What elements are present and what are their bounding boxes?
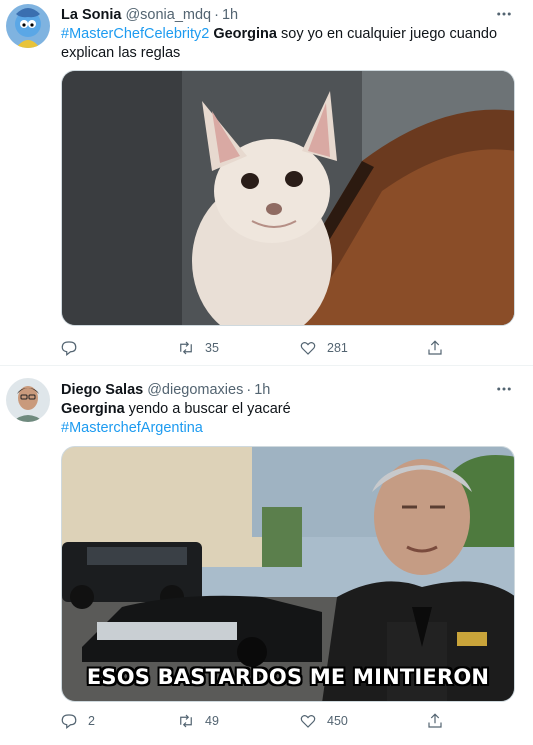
tweet-text: Georgina yendo a buscar el yacaré #Maste… <box>61 400 515 438</box>
tweet-image-meme[interactable]: ESOS BASTARDOS ME MINTIERON <box>61 446 515 702</box>
tweet[interactable]: Diego Salas @diegomaxies · 1h Georgina y… <box>0 367 533 745</box>
avatar[interactable] <box>6 378 50 422</box>
tweet-actions: 2 49 450 <box>52 709 452 733</box>
separator: · <box>214 7 219 23</box>
timestamp[interactable]: 1h <box>222 7 238 23</box>
like-button[interactable]: 281 <box>299 336 348 360</box>
retweet-icon <box>180 341 192 355</box>
tweet-actions: 35 281 <box>52 336 452 360</box>
handle[interactable]: @diegomaxies <box>147 382 243 398</box>
share-icon <box>428 340 442 355</box>
meme-caption: ESOS BASTARDOS ME MINTIERON <box>86 665 490 689</box>
tweet-image-chihuahua[interactable] <box>61 70 515 326</box>
bold-text: Georgina <box>213 26 277 42</box>
tweet-body: La Sonia @sonia_mdq · 1h #MasterChefCele… <box>61 5 515 63</box>
handle[interactable]: @sonia_mdq <box>125 7 211 23</box>
reply-button[interactable]: 2 <box>60 709 95 733</box>
like-icon <box>300 342 316 355</box>
tweet-body: Diego Salas @diegomaxies · 1h Georgina y… <box>61 380 515 438</box>
tweet-text-rest: yendo a buscar el yacaré <box>124 401 291 417</box>
like-count: 450 <box>327 714 348 728</box>
reply-button[interactable] <box>60 336 88 360</box>
tweet[interactable]: La Sonia @sonia_mdq · 1h #MasterChefCele… <box>0 0 533 366</box>
like-button[interactable]: 450 <box>299 709 348 733</box>
tweet-header: Diego Salas @diegomaxies · 1h <box>61 380 515 400</box>
display-name[interactable]: Diego Salas <box>61 382 143 398</box>
display-name[interactable]: La Sonia <box>61 7 121 23</box>
avatar[interactable] <box>6 4 50 48</box>
timestamp[interactable]: 1h <box>254 382 270 398</box>
retweet-count: 35 <box>205 341 219 355</box>
more-icon[interactable] <box>493 378 515 400</box>
like-count: 281 <box>327 341 348 355</box>
bold-text: Georgina <box>61 401 125 417</box>
retweet-icon <box>180 714 192 728</box>
separator: · <box>246 382 252 398</box>
reply-icon <box>61 341 77 356</box>
retweet-count: 49 <box>205 714 219 728</box>
tweet-text: #MasterChefCelebrity2 Georgina soy yo en… <box>61 25 515 63</box>
more-icon[interactable] <box>493 3 515 25</box>
share-icon <box>428 713 442 728</box>
retweet-button[interactable]: 49 <box>177 709 219 733</box>
retweet-button[interactable]: 35 <box>177 336 219 360</box>
tweet-header: La Sonia @sonia_mdq · 1h <box>61 5 515 25</box>
reply-count: 2 <box>88 714 95 728</box>
hashtag-link[interactable]: #MasterChefCelebrity2 <box>61 26 209 42</box>
reply-icon <box>61 714 77 729</box>
share-button[interactable] <box>426 709 444 733</box>
share-button[interactable] <box>426 336 444 360</box>
hashtag-link[interactable]: #MasterchefArgentina <box>61 420 203 436</box>
like-icon <box>300 715 316 728</box>
